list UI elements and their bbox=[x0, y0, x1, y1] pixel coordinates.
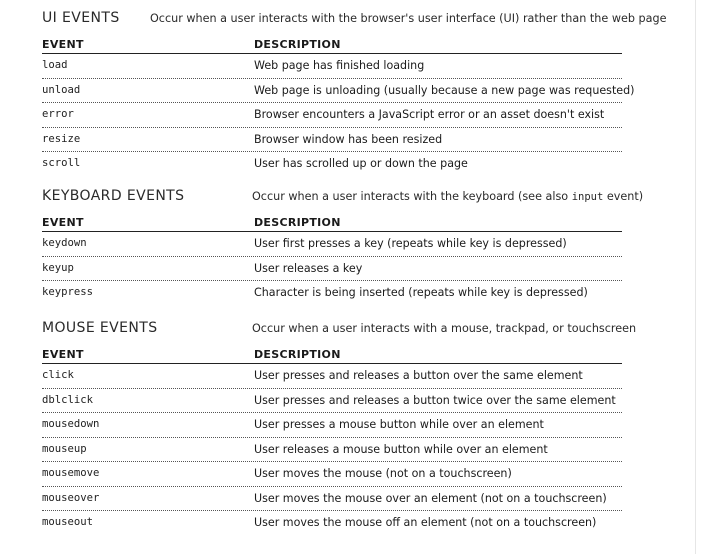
column-header-description: DESCRIPTION bbox=[254, 216, 341, 229]
document-page: UI EVENTS Occur when a user interacts wi… bbox=[0, 0, 708, 554]
event-table: load Web page has finished loading unload W… bbox=[42, 54, 635, 176]
table-row: keyup User releases a key bbox=[42, 257, 622, 281]
event-name: mousedown bbox=[42, 418, 100, 430]
description-text-end: event) bbox=[603, 190, 644, 203]
section-title: MOUSE EVENTS bbox=[42, 320, 158, 336]
event-description: User presses a mouse button while over a… bbox=[254, 418, 544, 431]
table-header: EVENT DESCRIPTION bbox=[42, 214, 622, 232]
table-row: keydown User first presses a key (repeats… bbox=[42, 232, 622, 257]
event-description: Browser encounters a JavaScript error or… bbox=[254, 108, 605, 121]
event-name: mouseup bbox=[42, 442, 87, 455]
keyboard-events-section: KEYBOARD EVENTS Occur when a user intera… bbox=[42, 188, 643, 305]
table-row: click User presses and releases a button … bbox=[42, 364, 622, 389]
event-name: dblclick bbox=[42, 393, 94, 406]
event-name: keypress bbox=[42, 286, 94, 298]
event-name: error bbox=[42, 108, 74, 120]
event-description: Web page has finished loading bbox=[254, 59, 425, 72]
event-description: Web page is unloading (usually because a… bbox=[254, 83, 635, 97]
table-row: load Web page has finished loading bbox=[42, 54, 622, 79]
event-description: User moves the mouse over an element (no… bbox=[254, 491, 607, 505]
event-name: keydown bbox=[42, 237, 87, 249]
event-name: mouseover bbox=[42, 491, 100, 504]
section-title: UI EVENTS bbox=[42, 10, 120, 26]
table-header: EVENT DESCRIPTION bbox=[42, 36, 622, 54]
column-header-event: EVENT bbox=[42, 216, 84, 229]
event-name: unload bbox=[42, 83, 81, 96]
table-row: mouseout User moves the mouse off an elem… bbox=[42, 511, 622, 535]
event-table: click User presses and releases a button … bbox=[42, 364, 622, 535]
section-header: KEYBOARD EVENTS Occur when a user intera… bbox=[42, 188, 643, 208]
table-row: mouseover User moves the mouse over an el… bbox=[42, 487, 622, 511]
column-header-description: DESCRIPTION bbox=[254, 348, 341, 361]
event-name: mousemove bbox=[42, 467, 100, 479]
event-description: User releases a key bbox=[254, 261, 363, 275]
table-row: mousemove User moves the mouse (not on a … bbox=[42, 462, 622, 487]
table-row: error Browser encounters a JavaScript err… bbox=[42, 103, 622, 128]
table-row: scroll User has scrolled up or down the p… bbox=[42, 152, 622, 176]
section-description: Occur when a user interacts with a mouse… bbox=[252, 322, 637, 335]
event-description: User first presses a key (repeats while … bbox=[254, 237, 567, 250]
table-row: mousedown User presses a mouse button whi… bbox=[42, 413, 622, 438]
event-description: User presses and releases a button twice… bbox=[254, 393, 616, 407]
event-name: load bbox=[42, 59, 68, 71]
event-name: scroll bbox=[42, 157, 81, 169]
table-row: unload Web page is unloading (usually bec… bbox=[42, 79, 635, 103]
table-row: resize Browser window has been resized bbox=[42, 128, 622, 152]
event-description: User moves the mouse off an element (not… bbox=[254, 516, 597, 529]
section-title: KEYBOARD EVENTS bbox=[42, 188, 185, 204]
section-header: MOUSE EVENTS Occur when a user interacts… bbox=[42, 320, 636, 340]
event-description: User has scrolled up or down the page bbox=[254, 157, 468, 170]
page-edge bbox=[695, 0, 696, 554]
event-name: click bbox=[42, 369, 74, 381]
table-row: dblclick User presses and releases a butt… bbox=[42, 389, 622, 413]
column-header-event: EVENT bbox=[42, 38, 84, 51]
event-table: keydown User first presses a key (repeats… bbox=[42, 232, 622, 305]
section-description: Occur when a user interacts with the key… bbox=[252, 190, 643, 203]
event-description: User releases a mouse button while over … bbox=[254, 442, 548, 456]
ui-events-section: UI EVENTS Occur when a user interacts wi… bbox=[42, 10, 666, 176]
description-text: Occur when a user interacts with the key… bbox=[252, 190, 572, 203]
table-header: EVENT DESCRIPTION bbox=[42, 346, 622, 364]
event-name: resize bbox=[42, 132, 81, 145]
column-header-event: EVENT bbox=[42, 348, 84, 361]
inline-code-input: input bbox=[571, 191, 604, 203]
table-row: keypress Character is being inserted (rep… bbox=[42, 281, 622, 305]
event-description: Character is being inserted (repeats whi… bbox=[254, 286, 588, 299]
table-row: mouseup User releases a mouse button whil… bbox=[42, 438, 622, 462]
event-description: User moves the mouse (not on a touchscre… bbox=[254, 467, 512, 480]
mouse-events-section: MOUSE EVENTS Occur when a user interacts… bbox=[42, 320, 636, 535]
event-name: keyup bbox=[42, 261, 74, 274]
event-description: User presses and releases a button over … bbox=[254, 369, 583, 382]
column-header-description: DESCRIPTION bbox=[254, 38, 341, 51]
section-header: UI EVENTS Occur when a user interacts wi… bbox=[42, 10, 666, 30]
event-description: Browser window has been resized bbox=[254, 132, 443, 146]
section-description: Occur when a user interacts with the bro… bbox=[150, 12, 667, 25]
event-name: mouseout bbox=[42, 516, 94, 528]
